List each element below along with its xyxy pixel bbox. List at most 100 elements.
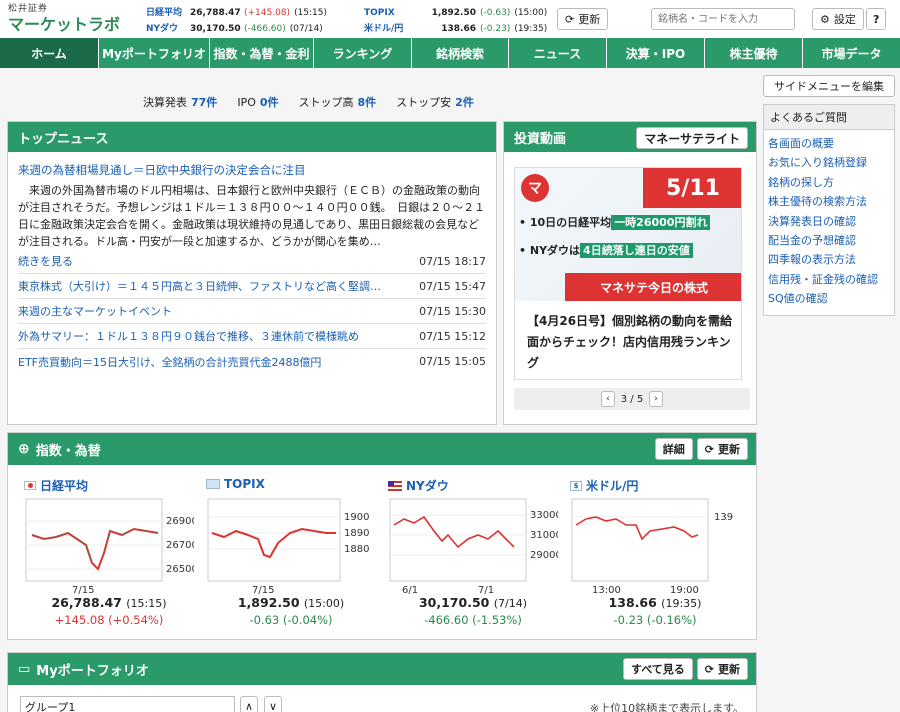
edit-side-menu-button[interactable]: サイドメニューを編集 (763, 75, 895, 97)
stat-limit-down[interactable]: ストップ安 2件 (396, 94, 474, 110)
y-tick: 29000 (530, 550, 558, 561)
video-bullet-1: • 10日の日経平均 一時26000円割れ (519, 214, 711, 230)
faq-link[interactable]: SQ値の確認 (768, 289, 890, 308)
help-button[interactable]: ? (866, 8, 887, 30)
faq-link[interactable]: 株主優待の検索方法 (768, 192, 890, 211)
index-card-header: 日経平均 (24, 477, 194, 494)
main-nav: ホーム Myポートフォリオ 指数・為替・金利 ランキング 銘柄検索 ニュース 決… (0, 38, 900, 68)
index-card-nydow[interactable]: NYダウ 33000 31000 29000 6/1 7/1 30,170.50… (388, 477, 558, 627)
read-more-link[interactable]: 続きを見る (18, 253, 398, 269)
stat-value: 0件 (259, 96, 279, 109)
news-lead-title[interactable]: 来週の為替相場見通し＝日欧中央銀行の決定会合に注目 (18, 162, 486, 178)
index-card-usdjpy[interactable]: $ 米ドル/円 139 13:00 19:00 138.66 (19:35) -… (570, 477, 740, 627)
ticker-change: (+145.08) (244, 8, 291, 18)
detail-button[interactable]: 詳細 (654, 438, 693, 460)
bullet-text: 10日の日経平均 (529, 216, 612, 229)
nav-news[interactable]: ニュース (509, 38, 607, 68)
stat-label: IPO (237, 96, 256, 109)
ticker-value: 30,170.50 (190, 24, 241, 34)
ticker-nydow[interactable]: NYダウ 30,170.50 (-466.60) (07/14) (146, 21, 327, 37)
ticker-change: (-0.23) (480, 24, 511, 34)
ticker-topix[interactable]: TOPIX 1,892.50 (-0.63) (15:00) (364, 5, 547, 21)
x-tick: 13:00 (592, 585, 621, 595)
header: 松井証券 マーケットラボ 日経平均 26,788.47 (+145.08) (1… (0, 0, 900, 38)
indices-refresh-button[interactable]: ⟳ 更新 (696, 438, 748, 460)
refresh-button[interactable]: ⟳ 更新 (557, 8, 609, 30)
stat-ipo[interactable]: IPO 0件 (237, 94, 278, 110)
nav-indices[interactable]: 指数・為替・金利 (210, 38, 314, 68)
move-down-button[interactable]: ∨ (264, 696, 283, 712)
news-link[interactable]: 東京株式（大引け）＝１４５円高と３日続伸、ファストリなど高く堅調… (18, 278, 398, 294)
indices-cards: 日経平均 26900 26700 26500 7/15 26,788.47 (1… (8, 477, 758, 637)
bullet-tag: 一時26000円割れ (611, 215, 711, 230)
nav-ranking[interactable]: ランキング (314, 38, 412, 68)
index-chart: 33000 31000 29000 6/1 7/1 (389, 498, 558, 595)
news-date: 07/15 15:47 (419, 279, 486, 293)
nav-portfolio[interactable]: Myポートフォリオ (99, 38, 210, 68)
nav-shareholder-benefits[interactable]: 株主優待 (705, 38, 803, 68)
indices-panel: ⊕ 指数・為替 詳細 ⟳ 更新 日経平均 26900 26700 26 (7, 432, 757, 640)
index-value: 26,788.47 (15:15) (24, 595, 194, 610)
index-card-header: TOPIX (206, 477, 376, 491)
index-value: 30,170.50 (7/14) (388, 595, 558, 610)
index-chart: 1900 1890 1880 7/15 (207, 498, 369, 595)
faq-link[interactable]: 信用残・証金残の確認 (768, 270, 890, 289)
money-satellite-button[interactable]: マネーサテライト (636, 127, 748, 149)
group-select[interactable]: グループ1 (20, 696, 235, 712)
move-up-button[interactable]: ∧ (240, 696, 259, 712)
stat-earnings[interactable]: 決算発表 77件 (143, 94, 217, 110)
nav-earnings-ipo[interactable]: 決算・IPO (607, 38, 705, 68)
ticker-nikkei[interactable]: 日経平均 26,788.47 (+145.08) (15:15) (146, 5, 327, 21)
video-pager: ‹ 3 / 5 › (514, 388, 750, 410)
video-header-actions: マネーサテライト (636, 127, 748, 149)
x-tick: 7/1 (478, 585, 494, 595)
refresh-label: 更新 (718, 443, 740, 456)
index-name: TOPIX (224, 477, 265, 491)
search-input[interactable] (651, 8, 795, 30)
faq-link[interactable]: 四季報の表示方法 (768, 250, 890, 269)
nav-market-data[interactable]: 市場データ (803, 38, 900, 68)
news-lead: 来週の為替相場見通し＝日欧中央銀行の決定会合に注目 来週の外国為替市場のドル円相… (8, 152, 496, 249)
faq-link[interactable]: 銘柄の探し方 (768, 173, 890, 192)
faq-list: 各画面の概要 お気に入り銘柄登録 銘柄の探し方 株主優待の検索方法 決算発表日の… (764, 130, 894, 315)
ticker-time: (19:35) (514, 24, 548, 34)
refresh-label: 更新 (578, 13, 601, 26)
see-all-button[interactable]: すべて見る (622, 658, 693, 680)
prev-video-button[interactable]: ‹ (601, 391, 615, 407)
nav-home[interactable]: ホーム (0, 38, 99, 68)
faq-link[interactable]: 配当金の予想確認 (768, 231, 890, 250)
nav-search[interactable]: 銘柄検索 (412, 38, 509, 68)
news-link[interactable]: ETF売買動向＝15日大引け、全銘柄の合計売買代金2488億円 (18, 354, 398, 370)
news-row: ETF売買動向＝15日大引け、全銘柄の合計売買代金2488億円 07/15 15… (18, 349, 486, 374)
index-change: +145.08 (+0.54%) (54, 613, 164, 627)
index-change: -0.63 (-0.04%) (249, 613, 333, 627)
portfolio-note: ※上位10銘柄まで表示します。 (589, 702, 744, 712)
group-select-value: グループ1 (25, 701, 76, 712)
index-card-nikkei[interactable]: 日経平均 26900 26700 26500 7/15 26,788.47 (1… (24, 477, 194, 627)
faq-link[interactable]: 決算発表日の確認 (768, 212, 890, 231)
logo[interactable]: 松井証券 マーケットラボ (8, 3, 120, 35)
stat-label: ストップ高 (298, 96, 354, 109)
portfolio-refresh-button[interactable]: ⟳ 更新 (696, 658, 748, 680)
gear-icon: ⚙ (820, 12, 830, 26)
next-video-button[interactable]: › (649, 391, 663, 407)
news-date: 07/15 15:12 (419, 329, 486, 343)
news-link[interactable]: 来週の主なマーケットイベント (18, 303, 398, 319)
index-price: 26,788.47 (51, 595, 122, 610)
stat-limit-up[interactable]: ストップ高 8件 (299, 94, 377, 110)
ticker-label: TOPIX (364, 8, 395, 18)
currency-icon: $ (570, 480, 582, 491)
japan-flag-icon (24, 481, 36, 490)
faq-link[interactable]: 各画面の概要 (768, 134, 890, 153)
video-thumbnail[interactable]: マ 5/11 • 10日の日経平均 一時26000円割れ • NYダウは 4日続落し… (514, 167, 742, 380)
faq-link[interactable]: お気に入り銘柄登録 (768, 153, 890, 172)
video-header: 投資動画 マネーサテライト (504, 122, 756, 152)
settings-button[interactable]: ⚙ 設定 (812, 8, 864, 30)
news-link[interactable]: 外為サマリー：１ドル１３８円９０銭台で推移、３連休前で模様眺め (18, 328, 398, 344)
ticker-time: (15:15) (294, 8, 328, 18)
ticker-usdjpy[interactable]: 米ドル/円 138.66 (-0.23) (19:35) (364, 21, 547, 37)
video-date: 5/11 (643, 168, 741, 208)
index-card-topix[interactable]: TOPIX 1900 1890 1880 7/15 1,892.50 (15:0… (206, 477, 376, 627)
index-price: 30,170.50 (418, 595, 490, 610)
y-tick: 1900 (344, 512, 369, 523)
